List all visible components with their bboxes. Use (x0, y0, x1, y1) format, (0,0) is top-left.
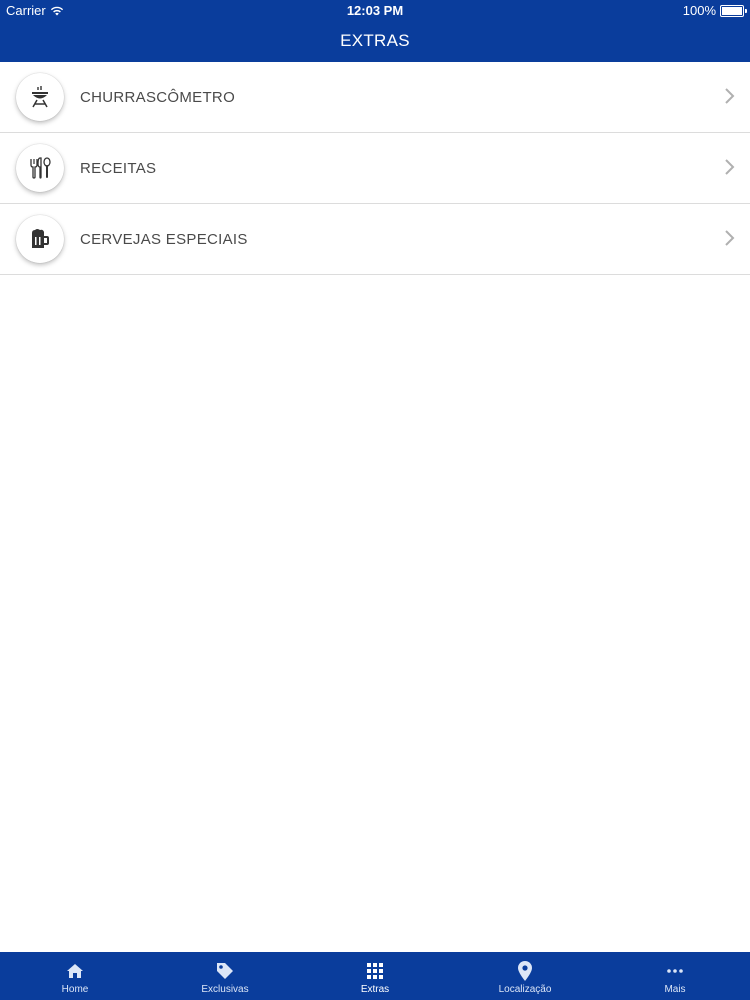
extras-list: CHURRASCÔMETRO RECEITAS CERVEJAS ESPECIA… (0, 62, 750, 275)
tab-mais[interactable]: Mais (600, 952, 750, 1000)
tab-label: Extras (360, 984, 390, 995)
tab-extras[interactable]: Extras (300, 952, 450, 1000)
list-item-churrascometro[interactable]: CHURRASCÔMETRO (0, 62, 750, 133)
battery-icon (720, 4, 747, 17)
tab-home[interactable]: Home (0, 952, 150, 1000)
home-icon (67, 964, 83, 978)
location-pin-icon (518, 961, 532, 981)
status-time: 12:03 PM (346, 3, 404, 18)
tab-label: Localização (498, 984, 552, 995)
grid-icon (367, 963, 383, 979)
tab-localizacao[interactable]: Localização (450, 952, 600, 1000)
tab-label: Mais (664, 984, 686, 995)
tab-exclusivas[interactable]: Exclusivas (150, 952, 300, 1000)
tag-icon (217, 963, 233, 979)
chevron-right-icon (725, 88, 735, 104)
utensils-icon (30, 157, 51, 179)
list-item-receitas[interactable]: RECEITAS (0, 133, 750, 204)
list-item-cervejas-especiais[interactable]: CERVEJAS ESPECIAIS (0, 204, 750, 275)
chevron-right-icon (725, 230, 735, 246)
navigation-bar: Carrier 12:03 PM 100% EXTRAS (0, 0, 750, 62)
chevron-right-icon (725, 159, 735, 175)
list-item-label: CHURRASCÔMETRO (80, 89, 236, 106)
tab-label: Home (61, 984, 89, 995)
beer-mug-icon (32, 229, 49, 248)
list-item-label: RECEITAS (80, 160, 157, 177)
page-title: EXTRAS (340, 31, 410, 50)
status-bar: Carrier 12:03 PM 100% (0, 0, 750, 20)
more-dots-icon (667, 969, 683, 973)
tab-bar: Home Exclusivas Extras Localização Mais (0, 952, 750, 1000)
list-item-label: CERVEJAS ESPECIAIS (80, 231, 248, 248)
grill-icon (32, 86, 48, 108)
battery-percent: 100% (682, 3, 716, 18)
tab-label: Exclusivas (201, 984, 249, 995)
